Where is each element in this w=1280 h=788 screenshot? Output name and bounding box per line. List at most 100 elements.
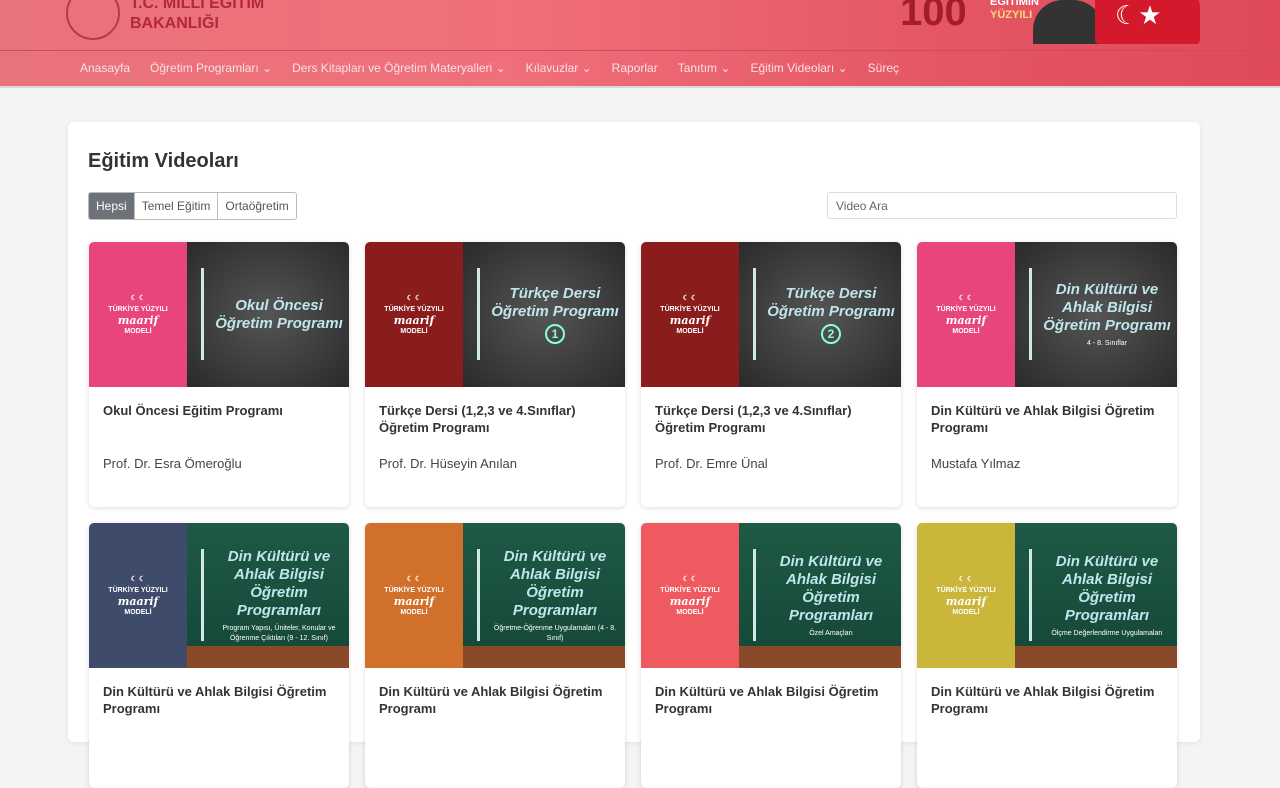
chalk-line — [1029, 268, 1032, 360]
logo-line3: MODELİ — [400, 326, 427, 337]
ministry-seal-logo[interactable] — [66, 0, 120, 40]
video-thumbnail[interactable]: ☾ ☾ TÜRKİYE YÜZYILI maarif MODELİ Türkçe… — [641, 242, 901, 387]
video-card[interactable]: ☾ ☾ TÜRKİYE YÜZYILI maarif MODELİ Din Kü… — [365, 523, 625, 788]
maarif-logo: ☾ ☾ TÜRKİYE YÜZYILI maarif MODELİ — [89, 242, 187, 387]
logo-line1: TÜRKİYE YÜZYILI — [936, 585, 995, 596]
thumbnail-title-text: Din Kültürü ve Ahlak Bilgisi Öğretim Pro… — [1056, 553, 1159, 624]
video-thumbnail[interactable]: ☾ ☾ TÜRKİYE YÜZYILI maarif MODELİ Okul Ö… — [89, 242, 349, 387]
logo-line1: TÜRKİYE YÜZYILI — [108, 585, 167, 596]
thumbnail-title-text: Din Kültürü ve Ahlak Bilgisi Öğretim Pro… — [228, 548, 331, 619]
logo-line2: maarif — [118, 315, 159, 326]
logo-line1: TÜRKİYE YÜZYILI — [384, 304, 443, 315]
logo-line1: TÜRKİYE YÜZYILI — [384, 585, 443, 596]
logo-line3: MODELİ — [952, 607, 979, 618]
video-card[interactable]: ☾ ☾ TÜRKİYE YÜZYILI maarif MODELİ Okul Ö… — [89, 242, 349, 507]
crescent-icon: ☾ ☾ — [407, 293, 422, 304]
nav-tanitim[interactable]: Tanıtım ⌄ — [678, 61, 731, 75]
thumbnail-title-text: Türkçe Dersi Öğretim Programı — [767, 285, 895, 320]
logo-line2: maarif — [118, 596, 159, 607]
video-title[interactable]: Din Kültürü ve Ahlak Bilgisi Öğretim Pro… — [931, 402, 1166, 436]
logo-line1: TÜRKİYE YÜZYILI — [660, 585, 719, 596]
chalk-line — [201, 268, 204, 360]
video-title[interactable]: Din Kültürü ve Ahlak Bilgisi Öğretim Pro… — [655, 683, 890, 717]
brand-line2: BAKANLIĞI — [130, 14, 264, 34]
crescent-icon: ☾ ☾ — [131, 574, 146, 585]
nav-anasayfa[interactable]: Anasayfa — [80, 61, 130, 75]
filter-temel-egitim[interactable]: Temel Eğitim — [135, 193, 219, 219]
nav-raporlar[interactable]: Raporlar — [612, 61, 658, 75]
thumbnail-subtitle: Program Yapısı, Üniteler, Konular ve Öğr… — [209, 624, 349, 644]
nav-surec[interactable]: Süreç — [868, 61, 899, 75]
thumbnail-title-text: Okul Öncesi Öğretim Programı — [215, 297, 343, 332]
video-title[interactable]: Din Kültürü ve Ahlak Bilgisi Öğretim Pro… — [379, 683, 614, 717]
chalk-line — [1029, 549, 1032, 641]
portrait-image — [1033, 0, 1103, 44]
video-title[interactable]: Okul Öncesi Eğitim Programı — [103, 402, 338, 419]
maarif-logo: ☾ ☾ TÜRKİYE YÜZYILI maarif MODELİ — [641, 242, 739, 387]
video-title[interactable]: Türkçe Dersi (1,2,3 ve 4.Sınıflar) Öğret… — [379, 402, 614, 436]
video-card[interactable]: ☾ ☾ TÜRKİYE YÜZYILI maarif MODELİ Türkçe… — [365, 242, 625, 507]
crescent-icon: ☾ ☾ — [959, 293, 974, 304]
video-search-input[interactable]: Video Ara — [827, 192, 1177, 219]
part-number-badge: 1 — [545, 324, 565, 344]
video-thumbnail[interactable]: ☾ ☾ TÜRKİYE YÜZYILI maarif MODELİ Din Kü… — [917, 242, 1177, 387]
thumbnail-title: Din Kültürü ve Ahlak Bilgisi Öğretim Pro… — [761, 553, 901, 639]
logo-line2: maarif — [946, 596, 987, 607]
logo-line2: maarif — [394, 315, 435, 326]
video-card[interactable]: ☾ ☾ TÜRKİYE YÜZYILI maarif MODELİ Din Kü… — [917, 242, 1177, 507]
video-title[interactable]: Türkçe Dersi (1,2,3 ve 4.Sınıflar) Öğret… — [655, 402, 890, 436]
chalkboard: Türkçe Dersi Öğretim Programı 2 — [739, 242, 901, 387]
maarif-logo: ☾ ☾ TÜRKİYE YÜZYILI maarif MODELİ — [89, 523, 187, 668]
nav-ders-kitaplari[interactable]: Ders Kitapları ve Öğretim Materyalleri ⌄ — [292, 61, 505, 75]
video-title[interactable]: Din Kültürü ve Ahlak Bilgisi Öğretim Pro… — [103, 683, 338, 717]
logo-line2: maarif — [670, 596, 711, 607]
centennial-line1: EĞİTİMİN — [990, 0, 1039, 9]
video-thumbnail[interactable]: ☾ ☾ TÜRKİYE YÜZYILI maarif MODELİ Din Kü… — [641, 523, 901, 668]
ministry-name[interactable]: T.C. MİLLİ EĞİTİMBAKANLIĞI — [130, 0, 264, 34]
turkish-flag-image — [1095, 0, 1200, 44]
chalkboard: Din Kültürü ve Ahlak Bilgisi Öğretim Pro… — [187, 523, 349, 668]
thumbnail-title: Din Kültürü ve Ahlak Bilgisi Öğretim Pro… — [1037, 553, 1177, 639]
logo-line2: maarif — [394, 596, 435, 607]
video-card[interactable]: ☾ ☾ TÜRKİYE YÜZYILI maarif MODELİ Din Kü… — [641, 523, 901, 788]
video-card[interactable]: ☾ ☾ TÜRKİYE YÜZYILI maarif MODELİ Din Kü… — [89, 523, 349, 788]
chalk-line — [477, 549, 480, 641]
site-header: T.C. MİLLİ EĞİTİMBAKANLIĞI 100 EĞİTİMİNY… — [0, 0, 1280, 88]
video-thumbnail[interactable]: ☾ ☾ TÜRKİYE YÜZYILI maarif MODELİ Din Kü… — [89, 523, 349, 668]
video-author: Prof. Dr. Emre Ünal — [655, 456, 768, 471]
centennial-line2: YÜZYILI — [990, 9, 1039, 22]
thumbnail-title-text: Din Kültürü ve Ahlak Bilgisi Öğretim Pro… — [504, 548, 607, 619]
logo-line3: MODELİ — [400, 607, 427, 618]
filter-ortaogretim[interactable]: Ortaöğretim — [218, 193, 295, 219]
video-thumbnail[interactable]: ☾ ☾ TÜRKİYE YÜZYILI maarif MODELİ Din Kü… — [917, 523, 1177, 668]
part-number-badge: 2 — [821, 324, 841, 344]
video-author: Mustafa Yılmaz — [931, 456, 1020, 471]
filter-group: Hepsi Temel Eğitim Ortaöğretim — [88, 192, 297, 220]
thumbnail-title: Türkçe Dersi Öğretim Programı 1 — [485, 285, 625, 344]
logo-line2: maarif — [670, 315, 711, 326]
video-author: Prof. Dr. Esra Ömeroğlu — [103, 456, 242, 471]
crescent-icon: ☾ ☾ — [407, 574, 422, 585]
filter-hepsi[interactable]: Hepsi — [89, 193, 135, 219]
video-thumbnail[interactable]: ☾ ☾ TÜRKİYE YÜZYILI maarif MODELİ Türkçe… — [365, 242, 625, 387]
video-card[interactable]: ☾ ☾ TÜRKİYE YÜZYILI maarif MODELİ Türkçe… — [641, 242, 901, 507]
logo-line1: TÜRKİYE YÜZYILI — [108, 304, 167, 315]
crescent-icon: ☾ ☾ — [959, 574, 974, 585]
logo-line3: MODELİ — [952, 326, 979, 337]
thumbnail-subtitle: Ölçme Değerlendirme Uygulamaları — [1037, 629, 1177, 639]
thumbnail-title-text: Din Kültürü ve Ahlak Bilgisi Öğretim Pro… — [780, 553, 883, 624]
chalkboard: Din Kültürü ve Ahlak Bilgisi Öğretim Pro… — [1015, 523, 1177, 668]
nav-egitim-videolari[interactable]: Eğitim Videoları ⌄ — [750, 61, 847, 75]
nav-ogretim-programlari[interactable]: Öğretim Programları ⌄ — [150, 61, 272, 75]
chalk-line — [753, 549, 756, 641]
video-title[interactable]: Din Kültürü ve Ahlak Bilgisi Öğretim Pro… — [931, 683, 1166, 717]
maarif-logo: ☾ ☾ TÜRKİYE YÜZYILI maarif MODELİ — [917, 523, 1015, 668]
logo-line1: TÜRKİYE YÜZYILI — [936, 304, 995, 315]
video-card[interactable]: ☾ ☾ TÜRKİYE YÜZYILI maarif MODELİ Din Kü… — [917, 523, 1177, 788]
nav-kilavuzlar[interactable]: Kılavuzlar ⌄ — [526, 61, 592, 75]
crescent-icon: ☾ ☾ — [683, 574, 698, 585]
video-thumbnail[interactable]: ☾ ☾ TÜRKİYE YÜZYILI maarif MODELİ Din Kü… — [365, 523, 625, 668]
thumbnail-subtitle: 4 - 8. Sınıflar — [1037, 339, 1177, 349]
chalk-line — [201, 549, 204, 641]
centennial-text: EĞİTİMİNYÜZYILI — [990, 0, 1039, 22]
